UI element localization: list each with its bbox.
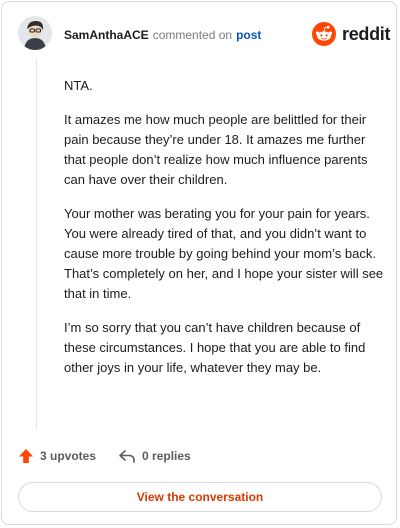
comment-actions: 3 upvotes 0 replies	[18, 446, 191, 466]
comment-paragraph: NTA.	[64, 78, 93, 93]
upvote-count: 3 upvotes	[40, 449, 97, 463]
comment-meta-text: commented on	[152, 28, 233, 42]
comment-paragraph: Your mother was berating you for your pa…	[64, 206, 384, 301]
avatar[interactable]	[18, 16, 52, 50]
reply-icon	[119, 450, 135, 463]
arrow-up-icon	[19, 449, 33, 463]
comment-paragraph: I’m so sorry that you can’t have childre…	[64, 320, 366, 375]
reddit-snoo-icon	[312, 22, 336, 46]
comment-header: SamAnthaACE commented on post	[64, 28, 261, 42]
comment-body: NTA. It amazes me how much people are be…	[64, 76, 384, 392]
avatar-illustration-icon	[18, 16, 52, 50]
reply-count: 0 replies	[142, 449, 191, 463]
comment-paragraph: It amazes me how much people are belittl…	[64, 112, 368, 187]
thread-line	[36, 58, 37, 430]
post-link[interactable]: post	[236, 28, 261, 42]
username[interactable]: SamAnthaACE	[64, 28, 149, 42]
view-conversation-button[interactable]: View the conversation	[18, 482, 382, 512]
replies-button[interactable]: 0 replies	[118, 448, 191, 464]
reddit-wordmark: reddit	[342, 23, 391, 44]
reddit-logo[interactable]: reddit	[312, 22, 391, 46]
embedded-comment-card: SamAnthaACE commented on post reddit NTA. …	[1, 1, 397, 525]
upvote-button[interactable]: 3 upvotes	[18, 448, 96, 464]
